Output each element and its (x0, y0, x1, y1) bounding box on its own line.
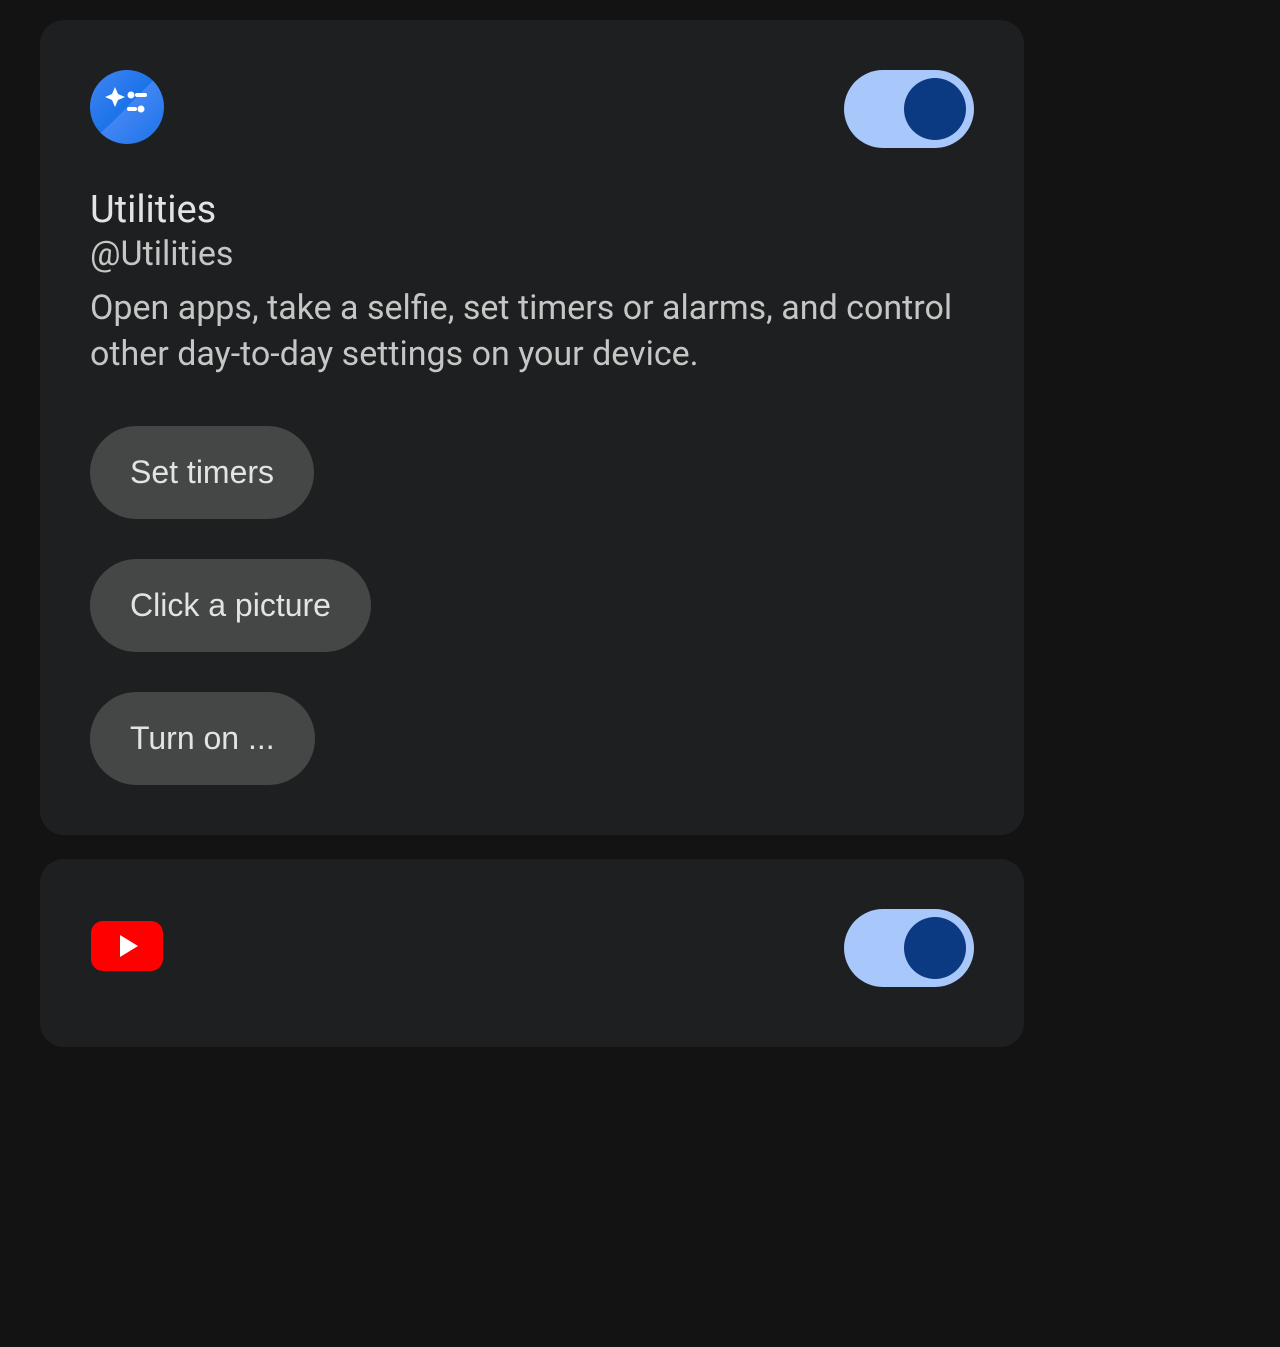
youtube-toggle[interactable] (844, 909, 974, 987)
play-icon (120, 935, 138, 957)
toggle-knob (904, 78, 966, 140)
utilities-icon-container (90, 70, 164, 144)
youtube-icon-container (90, 909, 164, 983)
card-header (90, 70, 974, 148)
card-header (90, 909, 974, 987)
chip-click-picture[interactable]: Click a picture (90, 559, 371, 652)
chip-set-timers[interactable]: Set timers (90, 426, 314, 519)
utilities-toggle[interactable] (844, 70, 974, 148)
card-handle: @Utilities (90, 234, 974, 274)
chip-turn-on[interactable]: Turn on ... (90, 692, 315, 785)
sparkle-sliders-icon (103, 83, 151, 131)
card-description: Open apps, take a selfie, set timers or … (90, 286, 974, 378)
utilities-icon (90, 70, 164, 144)
youtube-icon (91, 921, 163, 971)
utilities-card: Utilities @Utilities Open apps, take a s… (40, 20, 1024, 835)
toggle-knob (904, 917, 966, 979)
chip-container: Set timers Click a picture Turn on ... (90, 426, 974, 785)
youtube-card (40, 859, 1024, 1047)
card-title: Utilities (90, 188, 974, 232)
